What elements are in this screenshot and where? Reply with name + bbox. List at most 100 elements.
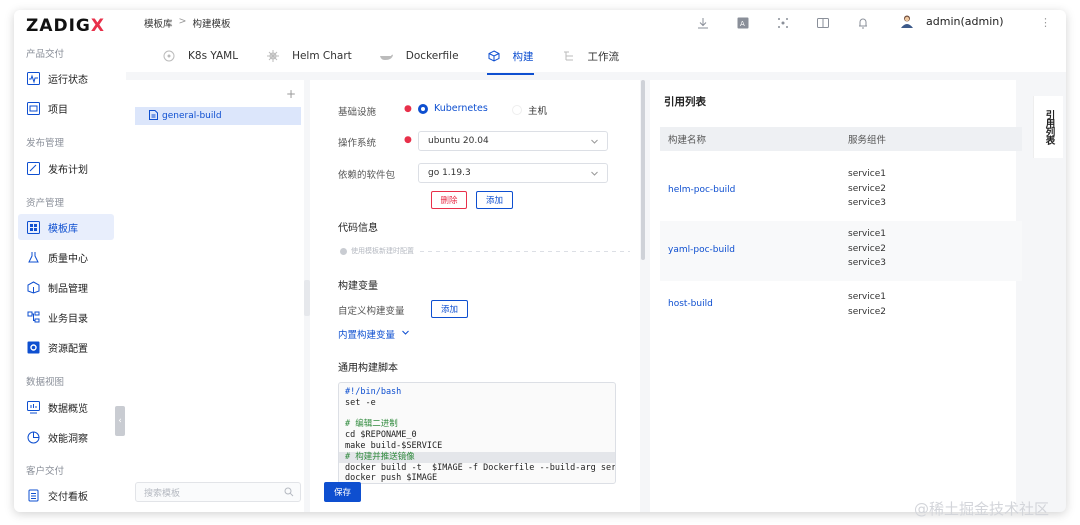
translate-icon[interactable]: A <box>736 16 750 30</box>
table-row: host-build service1 service2 <box>660 281 1022 341</box>
project-icon <box>26 101 40 115</box>
sidebar-item-resource-config[interactable]: 资源配置 <box>18 334 114 360</box>
more-vertical-icon[interactable]: ⋮ <box>1040 16 1051 29</box>
sidebar-item-template-library[interactable]: 模板库 <box>18 214 114 240</box>
docker-icon <box>380 49 394 63</box>
side-tab-reference-list[interactable]: 引用列表 <box>1033 96 1063 158</box>
custom-vars-label: 自定义构建变量 <box>338 306 405 317</box>
docs-icon[interactable] <box>816 16 830 30</box>
code-line: cd $REPONAME_0 <box>345 430 417 441</box>
code-info-hint-text: 使用模板新建时配置 <box>351 247 414 255</box>
script-title: 通用构建脚本 <box>338 363 398 374</box>
table-row: helm-poc-build service1 service2 service… <box>660 161 1022 221</box>
chart-icon <box>26 400 40 414</box>
chevron-down-icon <box>590 137 599 149</box>
template-item-label: general-build <box>162 111 222 121</box>
sidebar-item-label: 数据概览 <box>48 403 88 415</box>
sidebar-section-title: 客户交付 <box>26 466 65 477</box>
tab-label: Helm Chart <box>292 50 352 62</box>
apps-icon[interactable] <box>776 16 790 30</box>
tab-workflow[interactable]: 工作流 <box>562 46 620 66</box>
deps-select[interactable]: go 1.19.3 <box>418 163 608 183</box>
template-search-input[interactable]: 搜索模板 <box>135 482 301 502</box>
tab-label: 工作流 <box>587 50 620 63</box>
chevron-down-icon <box>590 169 599 181</box>
code-line: #!/bin/bash <box>345 387 402 397</box>
add-template-button[interactable]: + <box>284 87 298 101</box>
download-icon[interactable] <box>696 16 710 30</box>
template-type-tabs: K8s YAML Helm Chart Dockerfile 构建 工作流 <box>162 46 647 75</box>
artifact-icon <box>26 280 40 294</box>
workflow-icon <box>562 49 576 63</box>
add-custom-var-button[interactable]: 添加 <box>431 300 468 318</box>
save-button[interactable]: 保存 <box>324 482 361 502</box>
tab-label: Dockerfile <box>405 50 459 62</box>
column-header-service: 服务组件 <box>848 135 887 146</box>
user-menu[interactable]: admin(admin) <box>900 14 1004 28</box>
sidebar-item-runtime-status[interactable]: 运行状态 <box>18 65 114 91</box>
sidebar-item-label: 制品管理 <box>48 283 88 295</box>
sidebar-item-delivery-board[interactable]: 交付看板 <box>18 482 114 508</box>
infra-radio-kubernetes[interactable]: Kubernetes <box>418 103 488 114</box>
sidebar-item-release-plan[interactable]: 发布计划 <box>18 155 114 181</box>
sidebar-item-project[interactable]: 项目 <box>18 95 114 121</box>
sidebar-item-business-catalog[interactable]: 业务目录 <box>18 304 114 330</box>
os-select[interactable]: ubuntu 20.04 <box>418 131 608 151</box>
sidebar-item-label: 模板库 <box>48 223 78 235</box>
sidebar-item-artifacts[interactable]: 制品管理 <box>18 274 114 300</box>
gear-icon <box>26 340 40 354</box>
sidebar-item-label: 项目 <box>48 104 68 116</box>
service-list: service1 service2 service3 <box>848 169 886 208</box>
build-script-editor[interactable]: #!/bin/bash set -e # 编辑二进制 cd $REPONAME_… <box>338 382 616 484</box>
sidebar-collapse-handle[interactable]: ‹ <box>115 406 125 436</box>
reference-list-title: 引用列表 <box>664 96 706 108</box>
svg-text:A: A <box>740 20 745 28</box>
sidebar-item-data-overview[interactable]: 数据概览 <box>18 394 114 420</box>
flask-icon <box>26 250 40 264</box>
bell-icon[interactable] <box>856 16 870 30</box>
service-list: service1 service2 <box>848 292 886 317</box>
template-list-panel: + general-build 搜索模板 <box>126 80 304 512</box>
search-icon <box>284 487 294 500</box>
board-icon <box>26 488 40 502</box>
sidebar-item-quality-center[interactable]: 质量中心 <box>18 244 114 270</box>
header-toolbar: A <box>696 16 896 30</box>
radio-label: Kubernetes <box>434 103 488 114</box>
sidebar-item-label: 质量中心 <box>48 253 88 265</box>
build-link[interactable]: host-build <box>668 299 713 309</box>
service-list: service1 service2 service3 <box>848 229 886 268</box>
code-line: # 构建并推送镜像 <box>339 451 615 463</box>
watermark: @稀土掘金技术社区 <box>914 500 1050 518</box>
builtin-vars-toggle[interactable]: 内置构建变量 <box>338 327 410 341</box>
sidebar-section-title: 产品交付 <box>26 49 65 60</box>
os-label: 操作系统 <box>338 138 377 149</box>
sidebar-item-efficiency-insight[interactable]: 效能洞察 <box>18 424 114 450</box>
sidebar: ZADIGX 产品交付 运行状态 项目 发布管理 发布计划 资产管理 模板库 质… <box>14 10 126 512</box>
breadcrumb: 模板库 > 构建模板 <box>144 16 231 30</box>
catalog-icon <box>26 310 40 324</box>
tab-k8s-yaml[interactable]: K8s YAML <box>162 46 238 66</box>
form-scrollbar[interactable] <box>641 80 645 260</box>
infra-radio-host[interactable]: 主机 <box>512 103 547 117</box>
delete-package-button[interactable]: 删除 <box>431 191 467 209</box>
deps-label: 依赖的软件包 <box>338 170 396 181</box>
sidebar-item-label: 交付看板 <box>48 491 88 503</box>
tab-helm-chart[interactable]: Helm Chart <box>266 46 352 66</box>
sidebar-item-label: 发布计划 <box>48 164 88 176</box>
reference-table-header: 构建名称 服务组件 <box>660 127 1022 151</box>
tab-build[interactable]: 构建 <box>486 46 534 75</box>
sidebar-section-title: 发布管理 <box>26 138 65 149</box>
sidebar-item-label: 效能洞察 <box>48 433 88 445</box>
zadig-logo[interactable]: ZADIGX <box>26 16 105 36</box>
reference-list-panel: 引用列表 构建名称 服务组件 helm-poc-build service1 s… <box>650 80 1022 512</box>
build-link[interactable]: helm-poc-build <box>668 185 735 195</box>
build-link[interactable]: yaml-poc-build <box>668 245 735 255</box>
avatar <box>900 14 914 28</box>
code-info-title: 代码信息 <box>338 223 378 234</box>
deps-select-value: go 1.19.3 <box>428 168 471 178</box>
tab-dockerfile[interactable]: Dockerfile <box>380 46 459 66</box>
breadcrumb-item-template-library[interactable]: 模板库 <box>144 16 173 30</box>
cube-icon <box>487 49 501 63</box>
template-item-general-build[interactable]: general-build <box>135 107 301 125</box>
add-package-button[interactable]: 添加 <box>476 191 513 209</box>
